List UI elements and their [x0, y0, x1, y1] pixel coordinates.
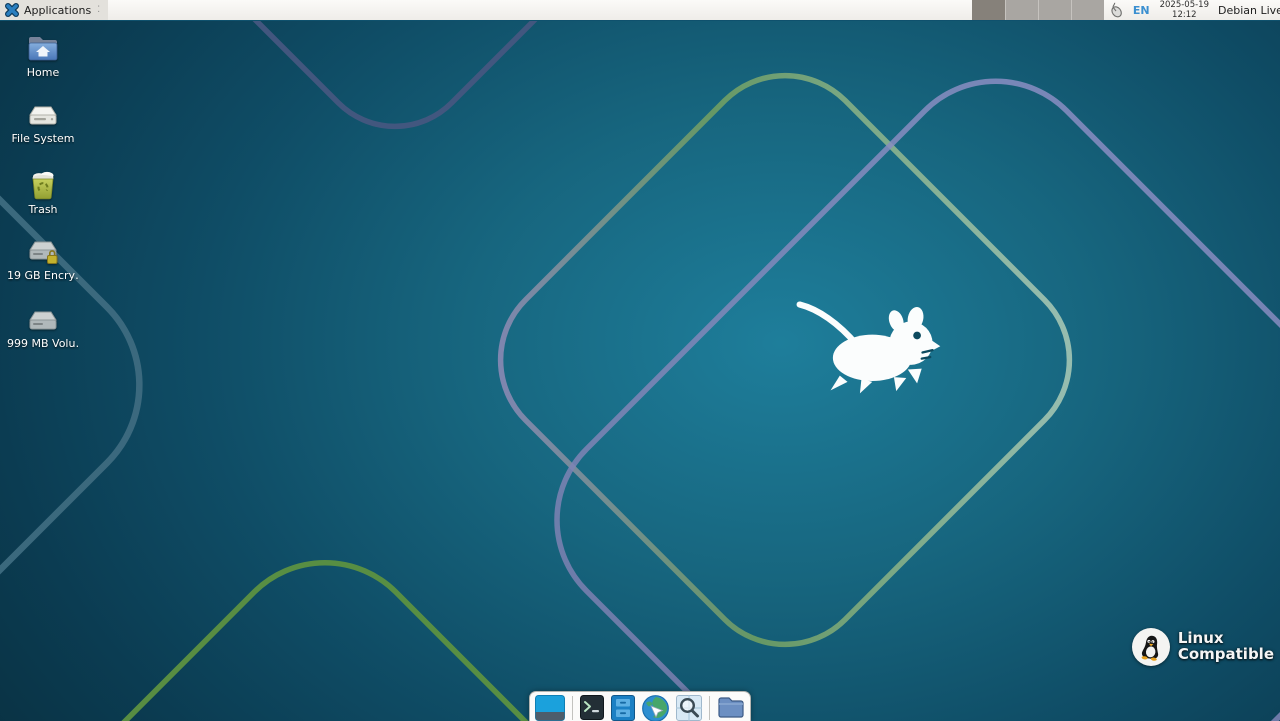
terminal-icon [580, 695, 604, 720]
session-user-label: Debian Live use [1214, 0, 1280, 20]
screen: Applications ⁚ EN 2025-05-19 12:12 [0, 0, 1280, 721]
dock-separator [709, 696, 710, 720]
web-browser-icon [642, 695, 669, 721]
dock-folder-button[interactable] [717, 695, 745, 721]
watermark-line2: Compatible [1178, 647, 1274, 663]
top-panel: Applications ⁚ EN 2025-05-19 12:12 [0, 0, 1280, 21]
mouse-tray-icon[interactable] [1108, 2, 1124, 18]
dock-show-desktop-button[interactable] [535, 695, 565, 721]
drive-icon [26, 308, 60, 334]
desktop[interactable]: Home File System Trash [0, 21, 1280, 721]
dock-separator [572, 696, 573, 720]
desktop-icon-trash[interactable]: Trash [7, 170, 79, 216]
dock-terminal-button[interactable] [580, 695, 604, 721]
desktop-icon-label: Home [27, 66, 59, 79]
trash-icon [26, 170, 60, 200]
show-desktop-icon [535, 695, 565, 721]
workspace-2[interactable] [1005, 0, 1038, 20]
dock-app-finder-button[interactable] [676, 695, 702, 721]
encrypted-drive-icon [26, 238, 60, 266]
system-tray[interactable] [1104, 0, 1128, 20]
keyboard-layout-indicator[interactable]: EN [1128, 0, 1155, 20]
wallpaper-diamond-pattern [0, 21, 1280, 721]
dock-file-manager-button[interactable] [611, 695, 635, 721]
workspace-1[interactable] [972, 0, 1005, 20]
linux-compatible-watermark: Linux Compatible [1132, 628, 1274, 666]
desktop-icon-label: File System [12, 132, 75, 145]
window-list-area [108, 0, 972, 20]
clock-date: 2025-05-19 [1160, 0, 1209, 10]
applications-label: Applications [24, 4, 91, 17]
dock [529, 691, 751, 721]
desktop-icon-encrypted-volume[interactable]: 19 GB Encry… [7, 238, 79, 282]
filesystem-drive-icon [26, 103, 60, 129]
home-folder-icon [26, 34, 60, 63]
clock[interactable]: 2025-05-19 12:12 [1155, 0, 1214, 20]
desktop-icon-label: 999 MB Volu… [7, 337, 79, 350]
dock-web-browser-button[interactable] [642, 695, 669, 721]
applications-menu-button[interactable]: Applications ⁚ [0, 0, 108, 20]
desktop-icon-label: Trash [28, 203, 57, 216]
workspace-switcher[interactable] [972, 0, 1104, 20]
menu-overflow-dots: ⁚ [97, 5, 100, 15]
workspace-4[interactable] [1071, 0, 1104, 20]
app-finder-icon [676, 695, 702, 721]
tux-penguin-icon [1132, 628, 1170, 666]
workspace-3[interactable] [1038, 0, 1071, 20]
desktop-icon-home[interactable]: Home [7, 34, 79, 79]
desktop-icon-file-system[interactable]: File System [7, 103, 79, 145]
xfce-logo-icon [5, 3, 19, 17]
desktop-icon-volume[interactable]: 999 MB Volu… [7, 308, 79, 350]
desktop-icon-label: 19 GB Encry… [7, 269, 79, 282]
xfce-mouse-logo [795, 293, 965, 398]
folder-icon [717, 695, 745, 719]
clock-time: 12:12 [1172, 10, 1197, 20]
file-manager-icon [611, 695, 635, 721]
